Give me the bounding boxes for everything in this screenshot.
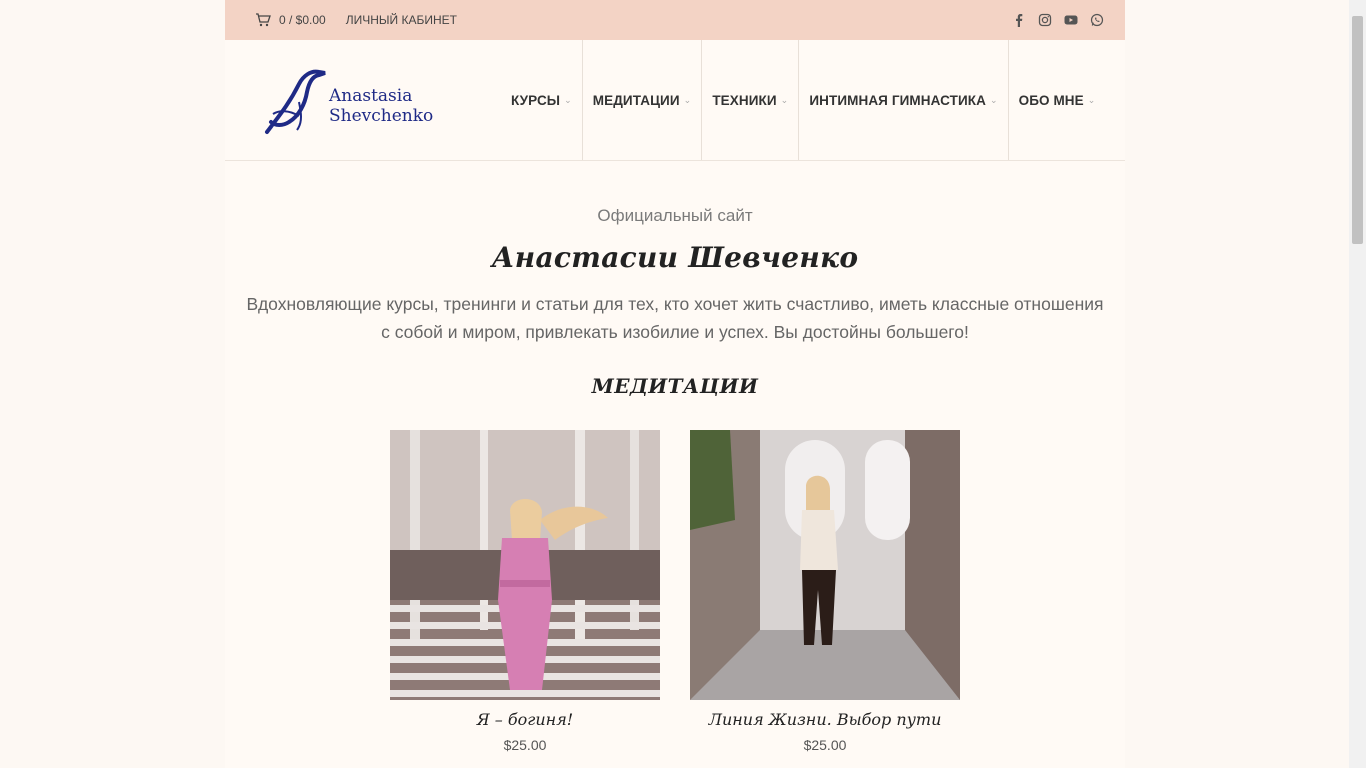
chevron-down-icon: ⌄ bbox=[564, 94, 572, 105]
chevron-down-icon: ⌄ bbox=[780, 94, 789, 105]
chevron-down-icon: ⌄ bbox=[1087, 94, 1096, 105]
scrollbar-thumb[interactable] bbox=[1352, 16, 1363, 244]
cart-total: 0 / $0.00 bbox=[279, 13, 326, 27]
product-image[interactable] bbox=[690, 430, 960, 700]
product-price: $25.00 bbox=[503, 737, 547, 753]
whatsapp-icon[interactable] bbox=[1089, 12, 1105, 28]
bird-logo-icon bbox=[265, 69, 326, 134]
cart-icon bbox=[256, 13, 271, 27]
nav-item-courses[interactable]: КУРСЫ ⌄ bbox=[501, 40, 583, 160]
instagram-icon[interactable] bbox=[1037, 12, 1053, 28]
nav-item-intimate-gymnastics[interactable]: ИНТИМНАЯ ГИМНАСТИКА ⌄ bbox=[799, 40, 1009, 160]
product-image[interactable] bbox=[390, 430, 660, 700]
product-price: $25.00 bbox=[803, 737, 847, 753]
site-logo[interactable]: Anastasia Shevchenko bbox=[225, 40, 495, 160]
youtube-icon[interactable] bbox=[1063, 12, 1079, 28]
page-scrollbar[interactable] bbox=[1349, 0, 1366, 768]
account-link[interactable]: ЛИЧНЫЙ КАБИНЕТ bbox=[346, 13, 457, 27]
logo-name-last: Shevchenko bbox=[329, 106, 434, 126]
nav-item-meditations[interactable]: МЕДИТАЦИИ ⌄ bbox=[583, 40, 703, 160]
site-header: Anastasia Shevchenko КУРСЫ ⌄ МЕДИТАЦИИ ⌄ Т… bbox=[225, 40, 1125, 161]
product-card[interactable]: Я – богиня! $25.00 bbox=[390, 430, 660, 753]
logo-name-first: Anastasia bbox=[329, 86, 413, 106]
main-nav: КУРСЫ ⌄ МЕДИТАЦИИ ⌄ ТЕХНИКИ ⌄ ИНТИМНАЯ ГИМН… bbox=[501, 40, 1105, 160]
product-card[interactable]: Линия Жизни. Выбор пути $25.00 bbox=[690, 430, 960, 753]
facebook-icon[interactable] bbox=[1011, 12, 1027, 28]
hero-subtitle: Официальный сайт bbox=[597, 206, 753, 225]
product-grid: Я – богиня! $25.00 Линия Жизни. Выбор пу… bbox=[225, 430, 1125, 753]
top-bar: 0 / $0.00 ЛИЧНЫЙ КАБИНЕТ bbox=[225, 0, 1125, 40]
product-title[interactable]: Я – богиня! bbox=[390, 710, 660, 729]
product-title[interactable]: Линия Жизни. Выбор пути bbox=[690, 710, 960, 729]
chevron-down-icon: ⌄ bbox=[683, 94, 692, 105]
page-container: 0 / $0.00 ЛИЧНЫЙ КАБИНЕТ Anastasia Shevc… bbox=[225, 0, 1125, 768]
chevron-down-icon: ⌄ bbox=[989, 94, 998, 105]
nav-item-about[interactable]: ОБО МНЕ ⌄ bbox=[1009, 40, 1106, 160]
section-title-meditations: МЕДИТАЦИИ bbox=[591, 374, 759, 398]
nav-item-techniques[interactable]: ТЕХНИКИ ⌄ bbox=[702, 40, 800, 160]
hero-section: Официальный сайт Анастасии Шевченко Вдох… bbox=[225, 206, 1125, 753]
cart-link[interactable]: 0 / $0.00 bbox=[255, 13, 326, 27]
hero-title: Анастасии Шевченко bbox=[491, 241, 859, 274]
hero-description: Вдохновляющие курсы, тренинги и статьи д… bbox=[246, 294, 1104, 342]
